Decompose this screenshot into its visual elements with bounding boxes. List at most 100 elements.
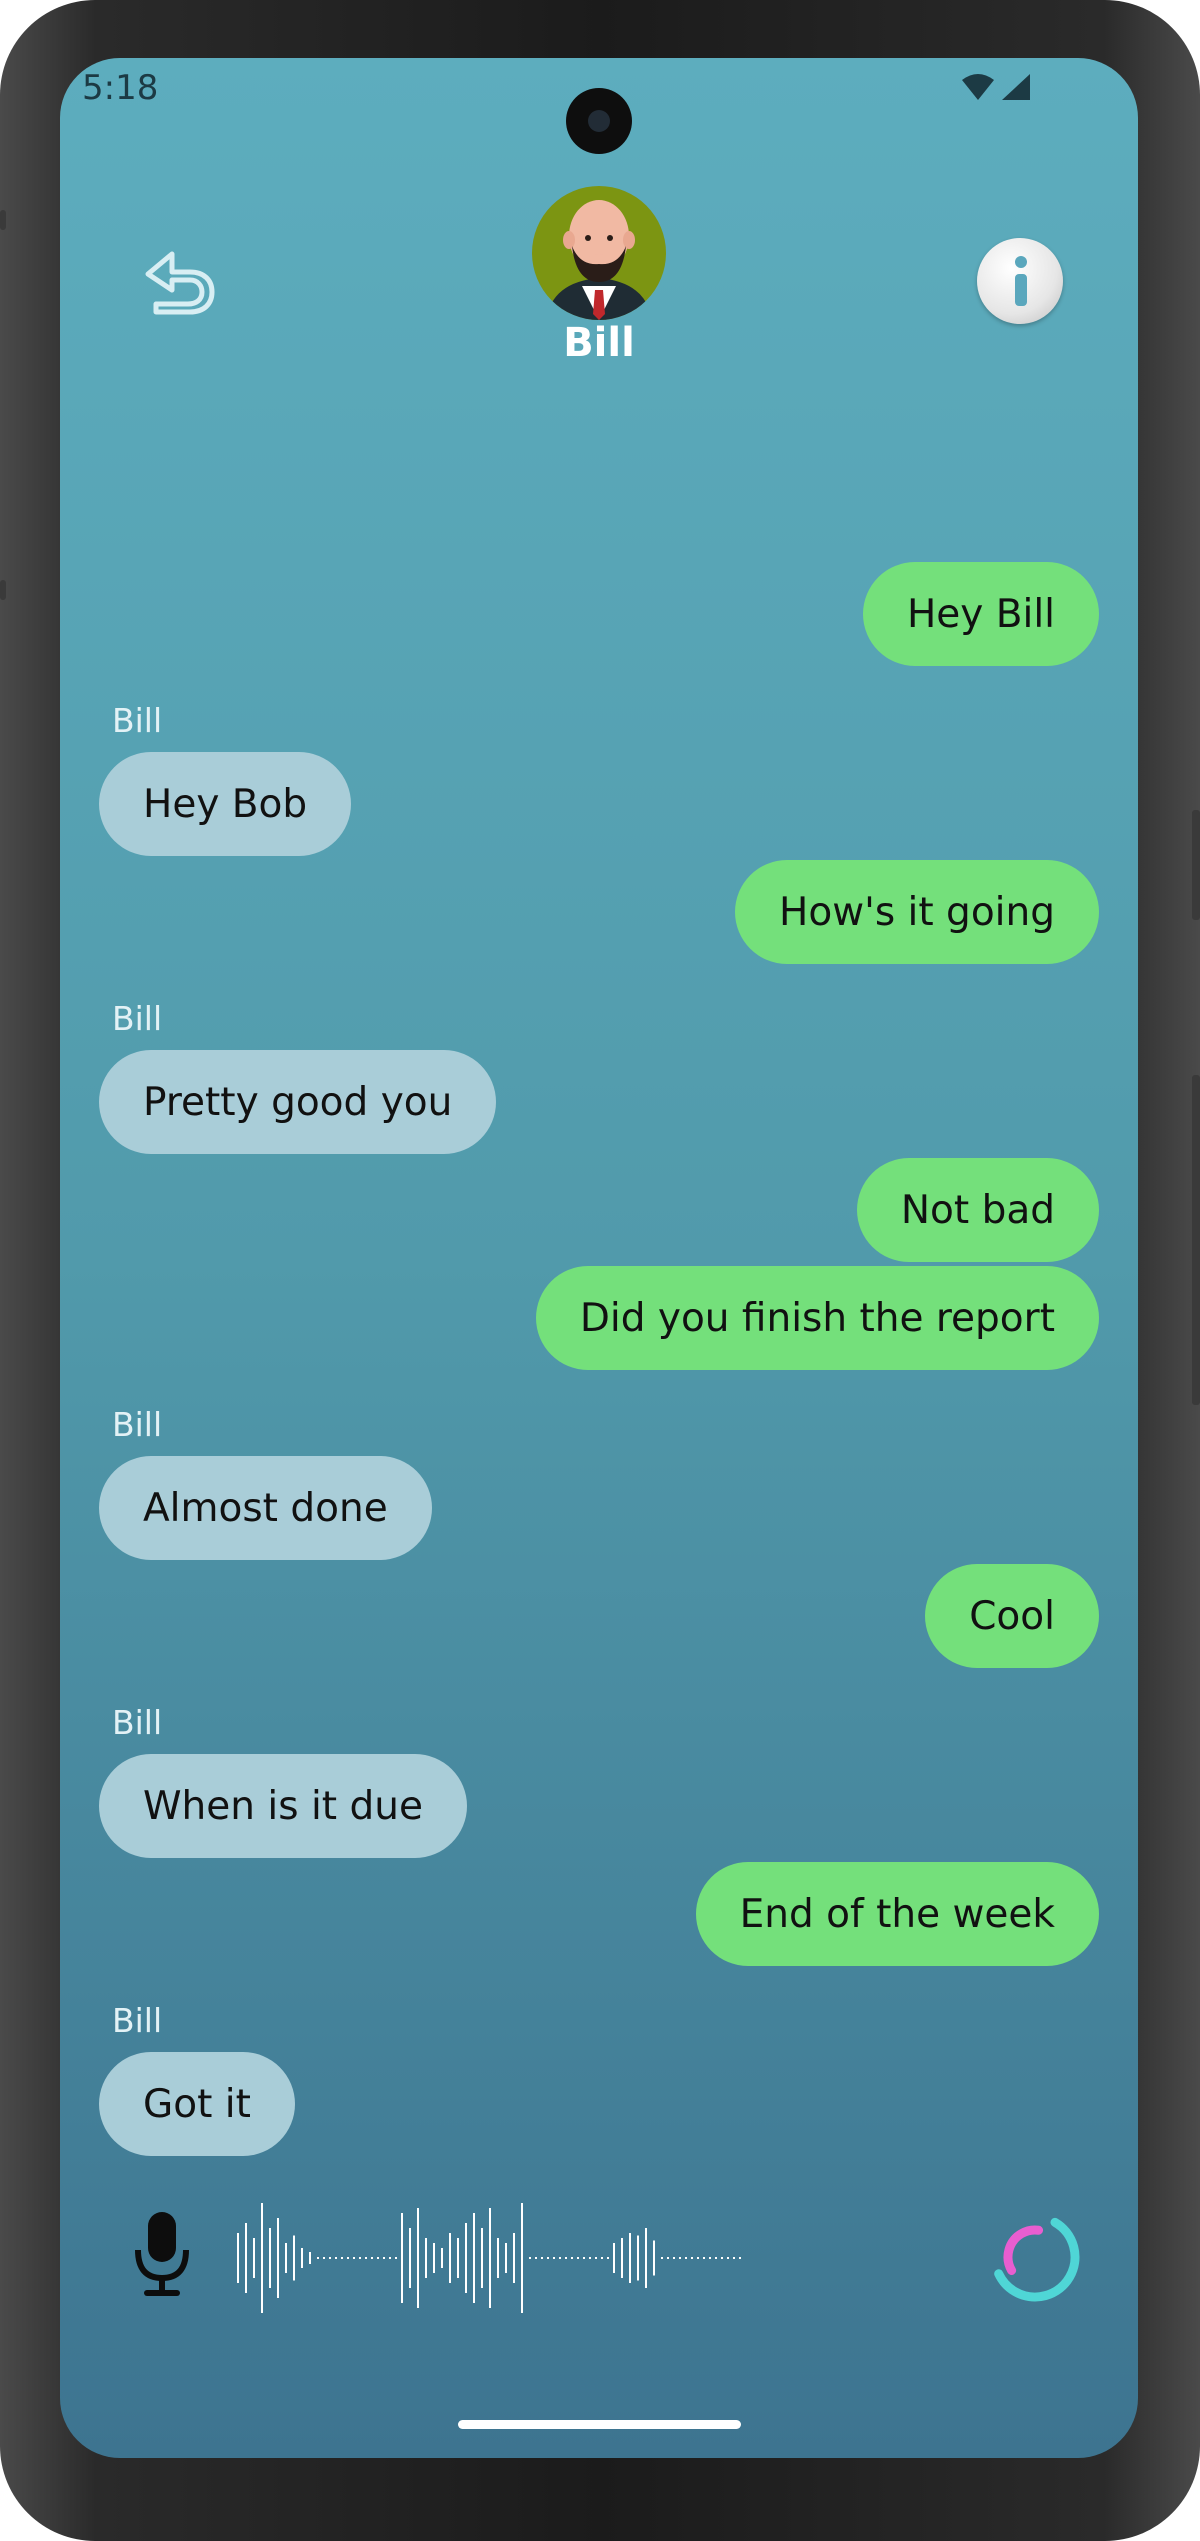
phone-screen: 5:18 Bill Hey Bill Bill Hey Bob How's it… <box>60 58 1138 2458</box>
signal-icon <box>1002 74 1030 100</box>
home-indicator[interactable] <box>458 2420 741 2429</box>
waveform-bar <box>535 2257 537 2259</box>
waveform-bar <box>601 2257 603 2259</box>
waveform-bar <box>645 2228 647 2288</box>
waveform-bar <box>341 2257 343 2259</box>
waveform-bar <box>559 2257 561 2259</box>
waveform-bar <box>269 2228 271 2288</box>
sender-label: Bill <box>112 999 163 1038</box>
info-icon-stem <box>1015 274 1027 306</box>
waveform-bar <box>409 2228 411 2288</box>
bald-man-avatar <box>546 200 652 320</box>
outgoing-message[interactable]: Did you finish the report <box>535 1266 1099 1370</box>
mic-button[interactable] <box>130 2210 194 2300</box>
audio-waveform <box>237 2203 741 2313</box>
outgoing-message[interactable]: Not bad <box>856 1158 1099 1262</box>
waveform-bar <box>697 2257 699 2259</box>
waveform-bar <box>733 2257 735 2259</box>
waveform-bar <box>301 2248 303 2268</box>
waveform-bar <box>309 2252 311 2264</box>
waveform-bar <box>473 2213 475 2303</box>
incoming-message[interactable]: Almost done <box>99 1456 432 1560</box>
waveform-bar <box>441 2248 443 2268</box>
waveform-bar <box>329 2257 331 2259</box>
waveform-bar <box>261 2203 263 2313</box>
waveform-bar <box>323 2257 325 2259</box>
info-icon <box>1015 256 1027 268</box>
waveform-bar <box>371 2257 373 2259</box>
waveform-bar <box>577 2257 579 2259</box>
sender-label: Bill <box>112 2001 163 2040</box>
sender-label: Bill <box>112 1405 163 1444</box>
waveform-bar <box>583 2257 585 2259</box>
info-button[interactable] <box>977 238 1063 324</box>
waveform-bar <box>417 2208 419 2308</box>
outgoing-message[interactable]: Cool <box>925 1564 1099 1668</box>
incoming-message[interactable]: Pretty good you <box>99 1050 497 1154</box>
microphone-icon <box>135 2212 189 2296</box>
waveform-bar <box>595 2257 597 2259</box>
waveform-bar <box>389 2257 391 2259</box>
back-button[interactable] <box>142 246 218 316</box>
waveform-bar <box>679 2257 681 2259</box>
front-camera <box>566 88 632 154</box>
waveform-bar <box>285 2243 287 2273</box>
waveform-bar <box>727 2257 729 2259</box>
waveform-bar <box>253 2238 255 2278</box>
waveform-bar <box>667 2257 669 2259</box>
waveform-bar <box>613 2243 615 2273</box>
power-button <box>1192 810 1200 920</box>
waveform-bar <box>317 2257 319 2259</box>
waveform-bar <box>521 2203 523 2313</box>
waveform-bar <box>673 2257 675 2259</box>
loading-spinner <box>988 2210 1082 2304</box>
incoming-message[interactable]: Got it <box>99 2052 295 2156</box>
waveform-bar <box>395 2257 397 2259</box>
outgoing-message[interactable]: End of the week <box>695 1862 1099 1966</box>
waveform-bar <box>377 2257 379 2259</box>
waveform-bar <box>401 2213 403 2303</box>
outgoing-message[interactable]: How's it going <box>735 860 1099 964</box>
contact-name: Bill <box>563 320 635 366</box>
status-icons <box>962 74 1030 100</box>
volume-button <box>1192 1075 1200 1405</box>
waveform-bar <box>637 2235 639 2281</box>
outgoing-message[interactable]: Hey Bill <box>862 562 1099 666</box>
contact-avatar[interactable] <box>532 186 666 320</box>
waveform-bar <box>359 2257 361 2259</box>
frame-notch <box>0 210 6 230</box>
wifi-icon <box>962 74 994 100</box>
sender-label: Bill <box>112 1703 163 1742</box>
waveform-bar <box>691 2257 693 2259</box>
waveform-bar <box>365 2257 367 2259</box>
waveform-bar <box>353 2257 355 2259</box>
waveform-bar <box>589 2257 591 2259</box>
waveform-bar <box>293 2235 295 2281</box>
waveform-bar <box>571 2257 573 2259</box>
waveform-bar <box>245 2223 247 2293</box>
loading-spinner-icon <box>990 2212 1080 2302</box>
waveform-bar <box>335 2257 337 2259</box>
sender-label: Bill <box>112 701 163 740</box>
waveform-bar <box>465 2223 467 2293</box>
waveform-bar <box>347 2257 349 2259</box>
incoming-message[interactable]: When is it due <box>99 1754 467 1858</box>
status-time: 5:18 <box>82 68 159 108</box>
waveform-bar <box>715 2257 717 2259</box>
waveform-bar <box>505 2243 507 2273</box>
waveform-bar <box>277 2218 279 2298</box>
waveform-bar <box>709 2257 711 2259</box>
waveform-bar <box>513 2233 515 2283</box>
waveform-bar <box>481 2228 483 2288</box>
waveform-bar <box>529 2257 531 2259</box>
waveform-bar <box>433 2243 435 2273</box>
waveform-bar <box>721 2257 723 2259</box>
waveform-bar <box>457 2238 459 2278</box>
waveform-bar <box>607 2257 609 2259</box>
incoming-message[interactable]: Hey Bob <box>99 752 352 856</box>
waveform-bar <box>661 2257 663 2259</box>
frame-notch <box>0 580 6 600</box>
waveform-bar <box>237 2233 239 2283</box>
waveform-bar <box>425 2238 427 2278</box>
waveform-bar <box>489 2208 491 2308</box>
